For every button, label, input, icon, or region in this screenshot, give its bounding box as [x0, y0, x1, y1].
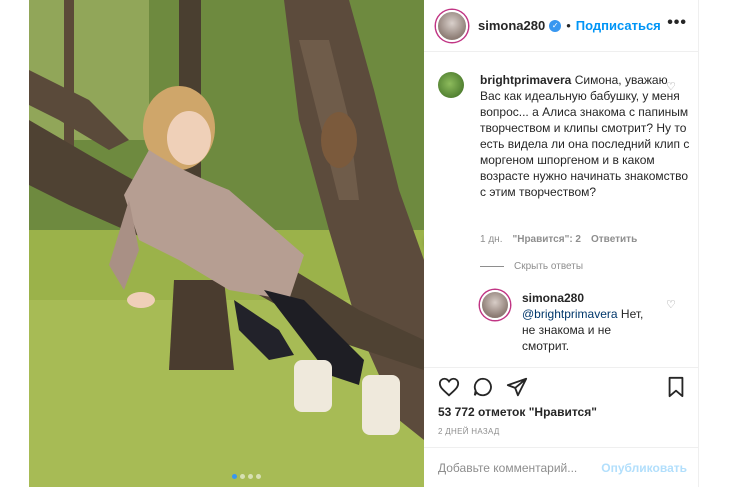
likes-count[interactable]: 53 772 отметок "Нравится": [438, 405, 597, 419]
commenter-username[interactable]: brightprimavera: [480, 73, 571, 87]
follow-button[interactable]: Подписаться: [576, 18, 661, 33]
photo-illustration: [29, 0, 424, 487]
post-photo[interactable]: ›: [29, 0, 424, 487]
reply-mention[interactable]: @brightprimavera: [522, 307, 618, 321]
post-actions: 53 772 отметок "Нравится" 2 ДНЕЙ НАЗАД: [424, 367, 699, 447]
carousel-dot: [232, 474, 237, 479]
comment-meta: 1 дн. "Нравится": 2 Ответить: [480, 234, 637, 245]
share-paper-plane-icon[interactable]: [506, 376, 528, 398]
commenter-avatar[interactable]: [438, 72, 464, 98]
header-separator: •: [566, 18, 571, 33]
add-comment-bar: Добавьте комментарий... Опубликовать: [424, 447, 699, 487]
comment-item: brightprimavera Симона, уважаю Вас как и…: [438, 72, 690, 200]
carousel-dot: [256, 474, 261, 479]
post-side-panel: simona280 ✓ • Подписаться ••• brightprim…: [424, 0, 699, 487]
verified-badge-icon: ✓: [549, 19, 562, 32]
author-avatar[interactable]: [436, 9, 468, 42]
reply-body: simona280 @brightprimavera Нет, не знако…: [522, 290, 652, 354]
carousel-dot: [240, 474, 245, 479]
like-reply-heart-icon[interactable]: ♡: [666, 298, 676, 311]
replies-divider: [480, 266, 504, 267]
carousel-dot: [248, 474, 253, 479]
author-username[interactable]: simona280: [478, 18, 545, 33]
comment-body: brightprimavera Симона, уважаю Вас как и…: [480, 72, 690, 200]
hide-replies-toggle[interactable]: Скрыть ответы: [480, 261, 583, 272]
reply-username[interactable]: simona280: [522, 291, 584, 305]
post-header: simona280 ✓ • Подписаться •••: [424, 0, 699, 52]
reply-author-avatar[interactable]: [480, 290, 510, 320]
add-comment-input[interactable]: Добавьте комментарий...: [438, 461, 601, 475]
comments-list: brightprimavera Симона, уважаю Вас как и…: [424, 52, 699, 367]
comment-time: 1 дн.: [480, 234, 503, 245]
publish-button[interactable]: Опубликовать: [601, 461, 687, 475]
comment-likes[interactable]: "Нравится": 2: [512, 234, 581, 245]
action-icons: [438, 376, 528, 398]
reply-button[interactable]: Ответить: [591, 234, 637, 245]
save-bookmark-icon[interactable]: [665, 376, 687, 398]
post-date: 2 ДНЕЙ НАЗАД: [438, 427, 500, 436]
carousel-dots: [232, 474, 261, 479]
like-heart-icon[interactable]: [438, 376, 460, 398]
hide-replies-label: Скрыть ответы: [514, 261, 584, 272]
reply-item: simona280 @brightprimavera Нет, не знако…: [480, 290, 652, 354]
comment-bubble-icon[interactable]: [472, 376, 494, 398]
like-comment-heart-icon[interactable]: ♡: [666, 80, 676, 93]
comment-text: Симона, уважаю Вас как идеальную бабушку…: [480, 73, 690, 199]
more-options-icon[interactable]: •••: [667, 14, 687, 32]
